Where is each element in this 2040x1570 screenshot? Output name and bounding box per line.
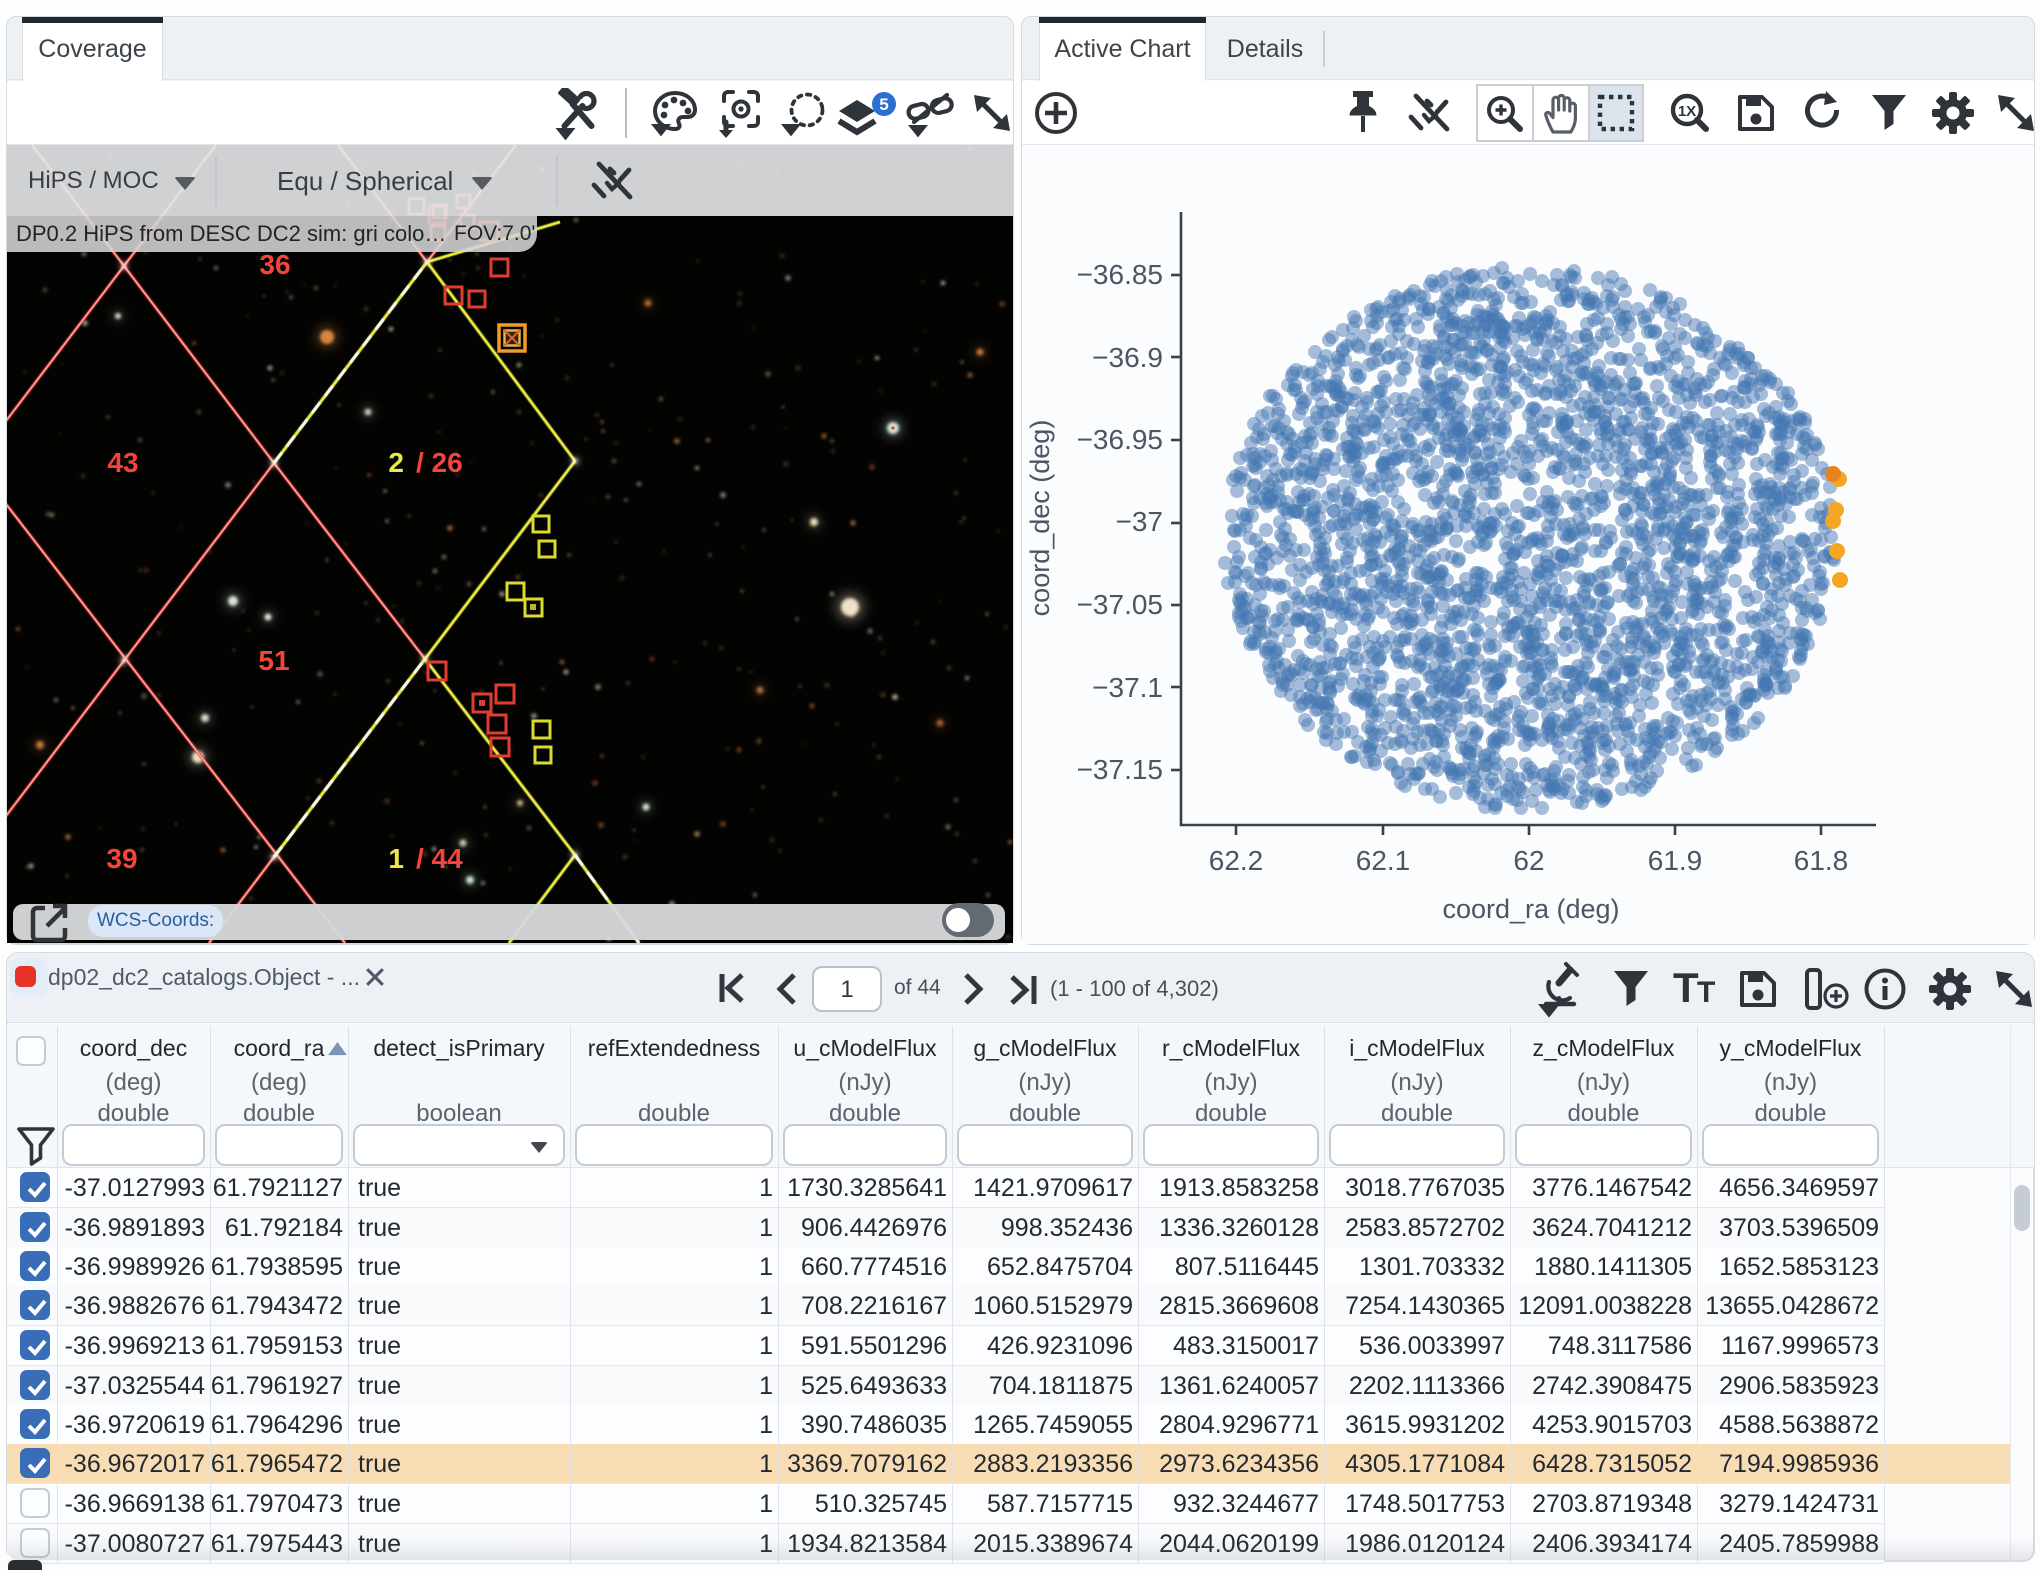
svg-text:61.9: 61.9 [1648,845,1703,876]
svg-text:36: 36 [259,249,290,280]
svg-text:61.8: 61.8 [1794,845,1849,876]
svg-text:1: 1 [388,843,404,874]
svg-text:T: T [1697,976,1715,1009]
svg-text:coord_ra (deg): coord_ra (deg) [1442,894,1619,924]
svg-text:−36.9: −36.9 [1092,342,1163,373]
svg-text:−37.1: −37.1 [1092,672,1163,703]
svg-text:1X: 1X [1678,103,1696,120]
svg-text:T: T [1673,968,1699,1011]
svg-text:−36.95: −36.95 [1077,424,1163,455]
svg-text:−37.05: −37.05 [1077,589,1163,620]
svg-text:−37: −37 [1116,506,1164,537]
svg-text:62: 62 [1513,845,1544,876]
svg-text:51: 51 [258,645,289,676]
svg-text:−37.15: −37.15 [1077,754,1163,785]
svg-text:2: 2 [388,447,404,478]
svg-text:−36.85: −36.85 [1077,259,1163,290]
svg-text:43: 43 [107,447,138,478]
svg-text:39: 39 [106,843,137,874]
svg-text:/ 26: / 26 [416,447,463,478]
svg-text:coord_dec (deg): coord_dec (deg) [1025,420,1055,617]
svg-text:/ 44: / 44 [416,843,463,874]
svg-text:62.2: 62.2 [1209,845,1264,876]
svg-text:5: 5 [879,95,888,114]
svg-text:62.1: 62.1 [1356,845,1411,876]
